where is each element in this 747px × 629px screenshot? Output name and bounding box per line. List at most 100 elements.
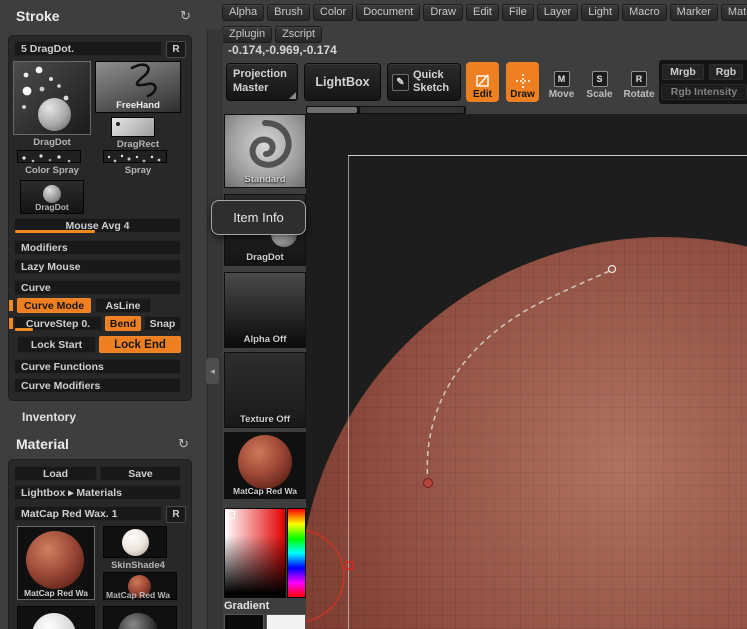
document-canvas[interactable]: [306, 114, 747, 629]
spray-label: Spray: [124, 165, 152, 176]
stroke-tile-freehand[interactable]: FreeHand: [95, 61, 181, 113]
menu-draw[interactable]: Draw: [423, 4, 463, 21]
edit-label: Edit: [473, 89, 492, 100]
material-label: MatCap Red Wa: [233, 486, 297, 496]
matcap-red-sphere: [26, 531, 84, 589]
lightbox-materials-button[interactable]: Lightbox ▸ Materials: [14, 485, 181, 500]
squiggle-icon: [130, 63, 157, 98]
dragrect-dot: [116, 122, 120, 126]
stroke-tile-dragrect[interactable]: [111, 117, 155, 137]
material-selector[interactable]: MatCap Red Wax. 1: [14, 506, 162, 521]
curve-mode-button[interactable]: Curve Mode: [17, 298, 91, 313]
canvas-overlay: [306, 264, 617, 623]
material-tile-skinshade[interactable]: [103, 526, 167, 558]
skinshade-label: SkinShade4: [111, 560, 165, 571]
menu-material[interactable]: Material: [720, 4, 747, 21]
menu-document[interactable]: Document: [356, 4, 421, 21]
freehand-label: FreeHand: [116, 100, 160, 111]
stroke-tile-spray[interactable]: [103, 150, 167, 163]
spray-dots-icon: [22, 154, 71, 163]
menu-layer[interactable]: Layer: [536, 4, 579, 21]
curve-start-point[interactable]: [423, 478, 433, 488]
menu-light[interactable]: Light: [581, 4, 620, 21]
refresh-icon[interactable]: ↻: [180, 8, 191, 24]
panel-collapse-handle[interactable]: ◂: [206, 358, 219, 384]
alpha-thumbnail[interactable]: Alpha Off: [224, 272, 306, 348]
lock-end-button[interactable]: Lock End: [99, 336, 181, 353]
lock-start-button[interactable]: Lock Start: [17, 336, 96, 353]
curve-section[interactable]: Curve: [14, 280, 181, 295]
color-picker-hue-strip[interactable]: [287, 508, 306, 598]
rgb-intensity-slider[interactable]: Rgb Intensity: [661, 84, 747, 100]
pencil-icon: ✎: [392, 73, 409, 91]
curve-functions-section[interactable]: Curve Functions: [14, 359, 181, 374]
material-reset-button[interactable]: R: [166, 506, 186, 523]
menu-color[interactable]: Color: [312, 4, 354, 21]
mouse-avg-fill: [15, 230, 95, 233]
material-panel: Load Save Lightbox ▸ Materials MatCap Re…: [9, 460, 191, 629]
material-tile-dark[interactable]: [103, 606, 177, 629]
main-color-swatch[interactable]: [224, 614, 264, 629]
shelf-slider-thumb[interactable]: [307, 107, 357, 113]
bend-button[interactable]: Bend: [105, 316, 141, 331]
menu-alpha[interactable]: Alpha: [222, 4, 265, 21]
swirl-icon: [249, 120, 292, 168]
menu-bar-row2: Zplugin Zscript: [222, 26, 323, 43]
secondary-color-swatch[interactable]: [266, 614, 306, 629]
lazy-mouse-section[interactable]: Lazy Mouse: [14, 259, 181, 274]
alpha-label: Alpha Off: [243, 334, 287, 345]
brush-thumbnail-standard[interactable]: Standard: [224, 114, 306, 188]
texture-thumbnail[interactable]: Texture Off: [224, 352, 306, 428]
draw-label: Draw: [510, 89, 535, 100]
mrgb-button[interactable]: Mrgb: [662, 64, 704, 80]
quick-sketch-button[interactable]: ✎ Quick Sketch: [387, 63, 461, 101]
rgb-button[interactable]: Rgb: [709, 64, 743, 80]
material-load-button[interactable]: Load: [14, 466, 97, 481]
canvas-red-handle[interactable]: [345, 561, 354, 570]
menu-macro[interactable]: Macro: [622, 4, 667, 21]
modifiers-section[interactable]: Modifiers: [14, 240, 181, 255]
stroke-tile-colorspray[interactable]: [17, 150, 81, 163]
material-palette-title[interactable]: Material: [16, 436, 69, 452]
menu-zscript[interactable]: Zscript: [275, 26, 323, 43]
refresh-icon[interactable]: ↻: [178, 436, 189, 452]
shelf-slider[interactable]: [306, 106, 466, 114]
move-label: Move: [548, 89, 575, 100]
stroke-reset-button[interactable]: R: [166, 41, 186, 58]
material-save-button[interactable]: Save: [100, 466, 181, 481]
material-tile-light[interactable]: [17, 606, 95, 629]
menu-file[interactable]: File: [501, 4, 534, 21]
curve-end-point[interactable]: [607, 264, 617, 274]
edit-mode-button[interactable]: Edit: [466, 62, 499, 102]
rotate-mode-button[interactable]: R Rotate: [622, 62, 656, 102]
menu-brush[interactable]: Brush: [267, 4, 310, 21]
gradient-label[interactable]: Gradient: [224, 600, 269, 612]
dragdot-sphere: [38, 98, 71, 131]
scale-mode-button[interactable]: S Scale: [584, 62, 615, 102]
stroke-panel: 5 DragDot. R DragDot FreeHand DragRect C…: [9, 36, 191, 400]
material-thumbnail-current[interactable]: MatCap Red Wa: [224, 432, 306, 499]
material-tile-matcap-red[interactable]: MatCap Red Wa: [17, 526, 95, 600]
menu-edit[interactable]: Edit: [466, 4, 499, 21]
projection-master-button[interactable]: Projection Master: [226, 63, 298, 101]
tooltip-item-info: Item Info: [211, 200, 306, 235]
stroke-tile-label: DragDot: [33, 137, 71, 148]
curve-modifiers-section[interactable]: Curve Modifiers: [14, 378, 181, 393]
menu-marker[interactable]: Marker: [669, 4, 718, 21]
stroke-selector[interactable]: 5 DragDot.: [14, 41, 162, 56]
matcap-red-2-label: MatCap Red Wa: [106, 590, 170, 600]
stroke-tile-dragdot-small[interactable]: DragDot: [20, 180, 84, 214]
draw-icon: [515, 74, 530, 88]
stroke-tile-dragdot[interactable]: [13, 61, 91, 135]
color-picker-sv-square[interactable]: [224, 508, 286, 598]
stroke-palette-title[interactable]: Stroke: [16, 8, 60, 24]
texture-label: Texture Off: [240, 414, 290, 425]
asline-button[interactable]: AsLine: [95, 298, 151, 313]
draw-mode-button[interactable]: Draw: [506, 62, 539, 102]
move-mode-button[interactable]: M Move: [546, 62, 577, 102]
menu-zplugin[interactable]: Zplugin: [222, 26, 273, 43]
color-picker-cursor[interactable]: [227, 511, 235, 519]
stroke-curve[interactable]: [426, 269, 613, 484]
lightbox-button[interactable]: LightBox: [304, 63, 381, 101]
snap-button[interactable]: Snap: [144, 316, 181, 331]
